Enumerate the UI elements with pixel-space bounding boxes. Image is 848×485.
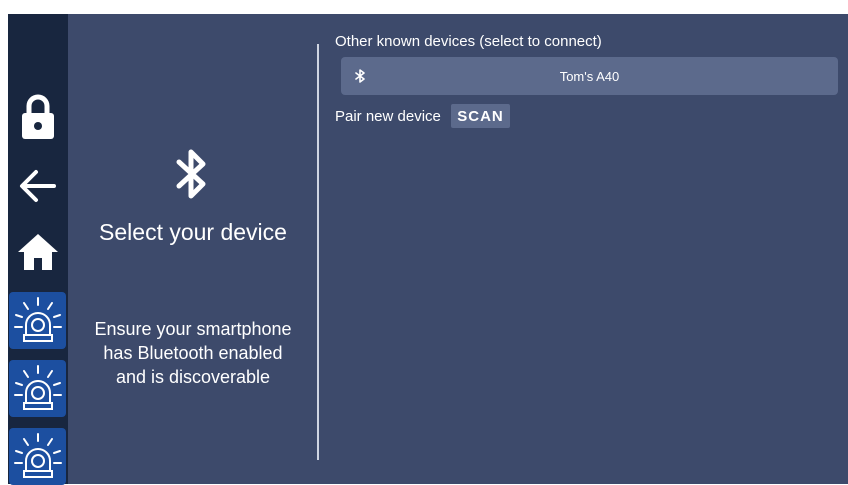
known-devices-label: Other known devices (select to connect) (335, 33, 602, 50)
alarm-light-icon (13, 364, 62, 410)
back-arrow-icon[interactable] (8, 164, 68, 208)
page-title: Select your device (99, 219, 287, 245)
scan-button[interactable]: SCAN (451, 104, 510, 128)
instructions-panel: Select your device Ensure your smartphon… (68, 14, 318, 484)
alarm-light-icon (13, 432, 62, 478)
alarm-light-icon (13, 296, 62, 342)
app-frame: Select your device Ensure your smartphon… (8, 14, 848, 485)
instruction-text: Ensure your smartphone has Bluetooth ena… (94, 319, 292, 387)
alarm-button-3[interactable] (9, 428, 66, 485)
panel-divider (317, 44, 319, 460)
device-list-item[interactable]: Tom's A40 (341, 57, 838, 95)
alarm-button-2[interactable] (9, 360, 66, 417)
sidebar (8, 14, 68, 485)
alarm-button-1[interactable] (9, 292, 66, 349)
home-icon[interactable] (8, 230, 68, 274)
lock-icon[interactable] (8, 91, 68, 141)
bluetooth-icon (176, 149, 206, 199)
device-name: Tom's A40 (559, 69, 620, 84)
pair-new-device-label: Pair new device (335, 108, 441, 125)
